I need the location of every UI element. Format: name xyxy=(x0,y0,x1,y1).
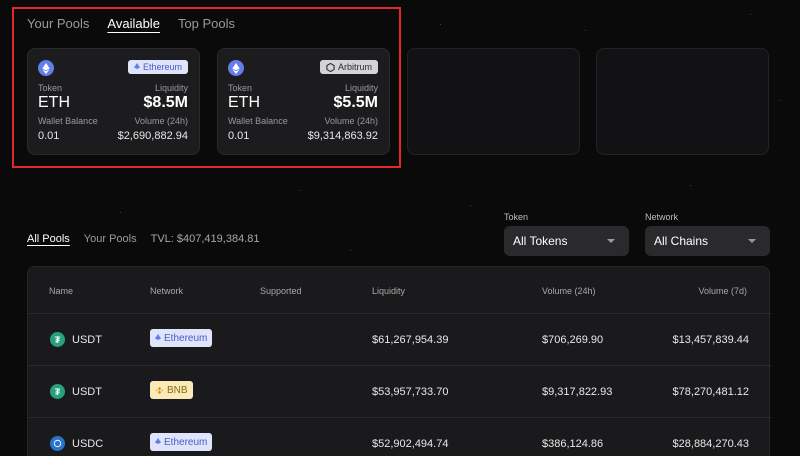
network-select-value: All Chains xyxy=(654,234,709,248)
ethereum-icon xyxy=(133,62,140,69)
volume-value: $9,314,863.92 xyxy=(307,130,378,142)
tab-your-pools-list[interactable]: Your Pools xyxy=(84,233,137,245)
header-volume-7d: Volume (7d) xyxy=(698,286,747,296)
network-badge: Ethereum xyxy=(127,60,188,74)
pool-name: USDT xyxy=(72,334,102,346)
pool-name: USDT xyxy=(72,386,102,398)
wallet-value: 0.01 xyxy=(38,130,60,142)
pools-table: Name Network Supported Liquidity Volume … xyxy=(27,266,771,456)
ethereum-icon xyxy=(155,333,161,340)
network-label: BNB xyxy=(167,384,188,396)
header-liquidity: Liquidity xyxy=(372,286,406,296)
wallet-label: Wallet Balance xyxy=(38,116,98,126)
token-select-value: All Tokens xyxy=(513,234,568,248)
network-badge-label: Ethereum xyxy=(142,62,182,72)
eth-icon xyxy=(38,60,54,76)
eth-icon xyxy=(228,60,244,76)
volume-value: $2,690,882.94 xyxy=(117,130,188,142)
liquidity-cell: $53,957,733.70 xyxy=(372,386,449,398)
volume-7d-cell: $78,270,481.12 xyxy=(672,386,749,398)
volume-7d-cell: $13,457,839.44 xyxy=(672,334,749,346)
usdt-icon: ₮ xyxy=(50,384,65,399)
network-badge: Arbitrum xyxy=(319,60,378,74)
volume-24h-cell: $386,124.86 xyxy=(542,438,604,450)
ethereum-icon xyxy=(155,437,161,444)
network-select[interactable]: All Chains xyxy=(645,226,770,256)
caret-down-icon xyxy=(607,239,615,243)
liquidity-label: Liquidity xyxy=(154,83,188,93)
token-label: Token xyxy=(228,83,253,93)
liquidity-value: $8.5M xyxy=(143,94,188,111)
network-badge: Ethereum xyxy=(150,433,213,451)
pool-name: USDC xyxy=(72,438,104,450)
volume-label: Volume (24h) xyxy=(324,116,378,126)
liquidity-label: Liquidity xyxy=(344,83,378,93)
table-row[interactable]: USDC Ethereum $52,902,494.74 $386,124.86… xyxy=(28,417,771,456)
header-name: Name xyxy=(49,286,74,296)
usdc-icon xyxy=(50,436,65,451)
volume-7d-cell: $28,884,270.43 xyxy=(672,438,749,450)
wallet-label: Wallet Balance xyxy=(228,116,288,126)
token-select[interactable]: All Tokens xyxy=(504,226,629,256)
header-volume-24h: Volume (24h) xyxy=(542,286,596,296)
liquidity-cell: $52,902,494.74 xyxy=(372,438,449,450)
network-filter-label: Network xyxy=(645,212,679,222)
wallet-value: 0.01 xyxy=(228,130,250,142)
arbitrum-icon xyxy=(326,62,335,72)
volume-label: Volume (24h) xyxy=(134,116,188,126)
network-badge: BNB xyxy=(150,381,193,399)
pool-card-eth-arbitrum[interactable]: Arbitrum Token Liquidity ETH $5.5M Walle… xyxy=(217,48,390,155)
network-label: Ethereum xyxy=(164,332,208,344)
caret-down-icon xyxy=(748,239,756,243)
liquidity-value: $5.5M xyxy=(333,94,378,111)
tvl-total: TVL: $407,419,384.81 xyxy=(150,233,260,245)
token-symbol: ETH xyxy=(228,94,260,111)
token-filter-label: Token xyxy=(504,212,529,222)
network-label: Ethereum xyxy=(164,436,208,448)
pool-card-placeholder xyxy=(407,48,580,155)
bnb-icon xyxy=(155,386,164,394)
volume-24h-cell: $9,317,822.93 xyxy=(542,386,613,398)
pool-card-eth-ethereum[interactable]: Ethereum Token Liquidity ETH $8.5M Walle… xyxy=(27,48,200,155)
table-row[interactable]: ₮ USDT Ethereum $61,267,954.39 $706,269.… xyxy=(28,313,771,365)
network-badge-label: Arbitrum xyxy=(337,62,372,72)
liquidity-cell: $61,267,954.39 xyxy=(372,334,449,346)
token-symbol: ETH xyxy=(38,94,70,111)
token-label: Token xyxy=(38,83,63,93)
usdt-icon: ₮ xyxy=(50,332,65,347)
header-network: Network xyxy=(150,286,184,296)
table-row[interactable]: ₮ USDT BNB $53,957,733.70 $9,317,822.93 … xyxy=(28,365,771,417)
tab-all-pools[interactable]: All Pools xyxy=(27,233,70,245)
network-badge: Ethereum xyxy=(150,329,213,347)
volume-24h-cell: $706,269.90 xyxy=(542,334,604,346)
header-supported: Supported xyxy=(260,286,302,296)
pool-list-tabs: All Pools Your Pools TVL: $407,419,384.8… xyxy=(27,233,259,245)
pool-card-placeholder xyxy=(596,48,769,155)
